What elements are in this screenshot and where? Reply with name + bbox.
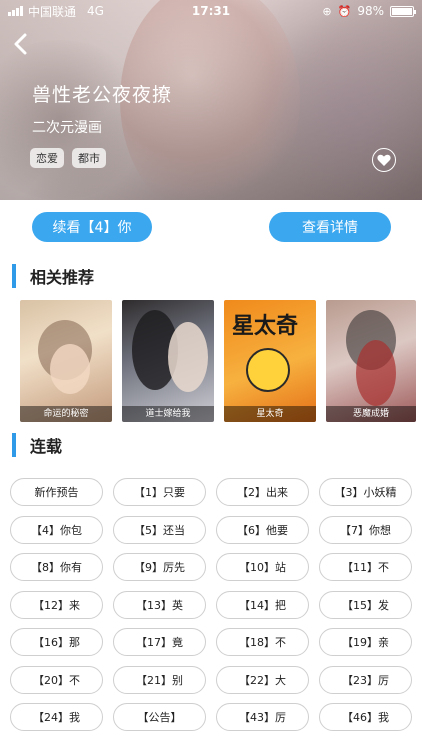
chapter-button[interactable]: 【17】竟 xyxy=(113,628,206,656)
recommendation-card[interactable]: 道士嫁给我 xyxy=(122,300,214,422)
tag-chip[interactable]: 都市 xyxy=(72,148,106,168)
chapter-button[interactable]: 【4】你包 xyxy=(10,515,103,544)
chapter-button[interactable]: 【10】站 xyxy=(216,553,309,581)
cover-figure xyxy=(168,322,208,392)
chevron-left-icon[interactable] xyxy=(10,32,32,56)
cover-figure xyxy=(50,344,90,394)
chapter-button[interactable]: 【12】来 xyxy=(10,590,103,619)
chapter-button[interactable]: 【3】小妖精 xyxy=(319,478,412,506)
recommendation-card[interactable]: 恶魔成婚 xyxy=(326,300,416,422)
battery-icon xyxy=(390,5,416,17)
chapter-button[interactable]: 【18】不 xyxy=(216,628,309,656)
chapter-button[interactable]: 【19】亲 xyxy=(319,628,412,656)
alarm-icon: ⏰ xyxy=(337,4,352,18)
section-accent-bar xyxy=(12,264,16,288)
recommendation-card[interactable]: 星太奇 星太奇 xyxy=(224,300,316,422)
chapter-button[interactable]: 【23】厉 xyxy=(319,665,412,694)
orientation-lock-icon: ⊕ xyxy=(322,4,332,18)
tag-list: 恋爱 都市 xyxy=(30,148,106,168)
cover-hero: 中国联通 4G 17:31 ⊕ ⏰ 98% 兽性老公夜夜撩 二次元漫画 恋爱 都… xyxy=(0,0,422,200)
chapter-button[interactable]: 【24】我 xyxy=(10,703,103,731)
recommendation-title: 恶魔成婚 xyxy=(326,406,416,422)
chapter-button[interactable]: 【15】发 xyxy=(319,590,412,619)
comic-category: 二次元漫画 xyxy=(32,120,102,136)
cover-figure xyxy=(246,348,290,392)
chapter-button[interactable]: 【21】别 xyxy=(113,665,206,694)
chapter-button[interactable]: 【5】还当 xyxy=(113,515,206,544)
chapter-button[interactable]: 【20】不 xyxy=(10,665,103,694)
cover-logo-text: 星太奇 xyxy=(232,314,299,339)
heart-icon[interactable] xyxy=(372,148,396,172)
battery-percent: 98% xyxy=(357,4,384,18)
comic-title: 兽性老公夜夜撩 xyxy=(32,84,173,106)
chapter-button[interactable]: 【2】出来 xyxy=(216,478,309,506)
chapter-button[interactable]: 【11】不 xyxy=(319,553,412,581)
chapter-button[interactable]: 【16】那 xyxy=(10,628,103,656)
section-header-recommendations: 相关推荐 xyxy=(12,264,94,288)
view-details-button[interactable]: 查看详情 xyxy=(269,212,391,242)
chapter-button[interactable]: 【46】我 xyxy=(319,703,412,731)
comic-detail-page: 中国联通 4G 17:31 ⊕ ⏰ 98% 兽性老公夜夜撩 二次元漫画 恋爱 都… xyxy=(0,0,422,750)
section-accent-bar xyxy=(12,433,16,457)
recommendation-list: 命运的秘密 道士嫁给我 星太奇 星太奇 恶魔成婚 xyxy=(20,300,416,422)
section-header-serial: 连载 xyxy=(12,433,62,457)
battery-fill xyxy=(392,7,412,15)
chapter-button[interactable]: 【9】厉先 xyxy=(113,553,206,581)
chapter-button[interactable]: 【43】厉 xyxy=(216,703,309,731)
chapter-button[interactable]: 【13】英 xyxy=(113,590,206,619)
section-title: 相关推荐 xyxy=(30,268,95,287)
recommendation-title: 道士嫁给我 xyxy=(122,406,214,422)
status-bar: 中国联通 4G 17:31 ⊕ ⏰ 98% xyxy=(0,0,422,22)
tag-chip[interactable]: 恋爱 xyxy=(30,148,64,168)
chapter-button[interactable]: 【7】你想 xyxy=(319,515,412,544)
cover-figure xyxy=(356,340,396,406)
chapter-button[interactable]: 【14】把 xyxy=(216,590,309,619)
chapter-button[interactable]: 【8】你有 xyxy=(10,553,103,581)
recommendation-card[interactable]: 命运的秘密 xyxy=(20,300,112,422)
continue-reading-button[interactable]: 续看【4】你 xyxy=(32,212,152,242)
chapter-button[interactable]: 【22】大 xyxy=(216,665,309,694)
recommendation-title: 命运的秘密 xyxy=(20,406,112,422)
section-title: 连载 xyxy=(30,437,63,456)
chapter-button[interactable]: 【1】只要 xyxy=(113,478,206,506)
recommendation-title: 星太奇 xyxy=(224,406,316,422)
chapter-button[interactable]: 【6】他要 xyxy=(216,515,309,544)
action-bar: 续看【4】你 查看详情 xyxy=(0,200,422,250)
chapter-button[interactable]: 【公告】 xyxy=(113,703,206,731)
chapter-button[interactable]: 新作预告 xyxy=(10,478,103,506)
